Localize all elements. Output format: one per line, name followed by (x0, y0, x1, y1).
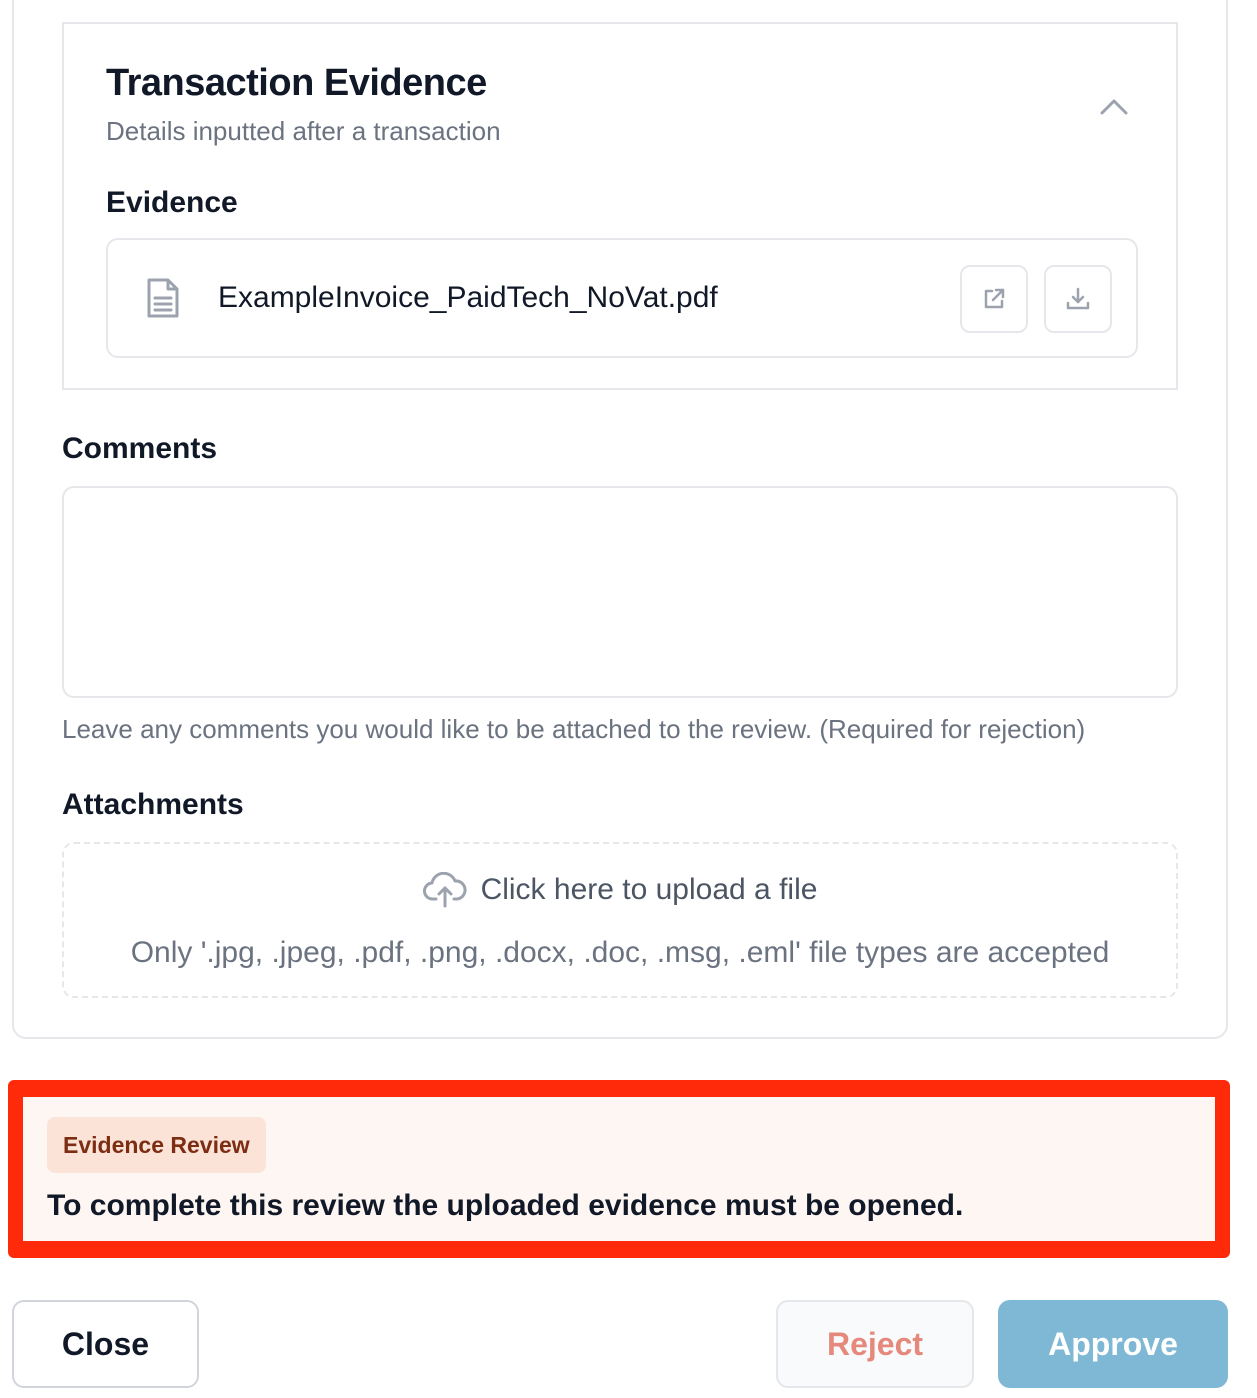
section-title: Transaction Evidence (106, 62, 487, 104)
evidence-review-alert: Evidence Review To complete this review … (23, 1097, 1215, 1241)
external-link-icon (984, 288, 1005, 309)
alert-message: To complete this review the uploaded evi… (47, 1189, 964, 1222)
evidence-file-name[interactable]: ExampleInvoice_PaidTech_NoVat.pdf (218, 281, 718, 315)
transaction-evidence-section: Transaction Evidence Details inputted af… (62, 22, 1178, 390)
evidence-label: Evidence (106, 186, 238, 219)
open-evidence-button[interactable] (960, 265, 1028, 333)
download-evidence-button[interactable] (1044, 265, 1112, 333)
cloud-upload-icon (422, 872, 467, 908)
upload-prompt-row: Click here to upload a file (64, 872, 1176, 908)
accepted-file-types: Only '.jpg, .jpeg, .pdf, .png, .docx, .d… (130, 936, 1110, 969)
alert-badge: Evidence Review (47, 1117, 266, 1173)
approve-button[interactable]: Approve (998, 1300, 1228, 1388)
comments-label: Comments (62, 432, 218, 465)
document-icon (147, 278, 179, 318)
evidence-review-alert-highlight: Evidence Review To complete this review … (8, 1080, 1230, 1258)
comments-textarea[interactable] (62, 486, 1178, 698)
upload-prompt[interactable]: Click here to upload a file (481, 873, 818, 907)
collapse-button[interactable] (1094, 86, 1134, 126)
section-subtitle: Details inputted after a transaction (106, 116, 501, 146)
chevron-up-icon (1100, 99, 1128, 115)
evidence-file-row: ExampleInvoice_PaidTech_NoVat.pdf (106, 238, 1138, 358)
file-upload-dropzone[interactable]: Click here to upload a file Only '.jpg, … (62, 842, 1178, 998)
reject-button[interactable]: Reject (776, 1300, 974, 1388)
attachments-label: Attachments (62, 788, 244, 821)
close-button[interactable]: Close (12, 1300, 199, 1388)
comments-help-text: Leave any comments you would like to be … (62, 714, 1086, 744)
download-icon (1066, 287, 1090, 310)
